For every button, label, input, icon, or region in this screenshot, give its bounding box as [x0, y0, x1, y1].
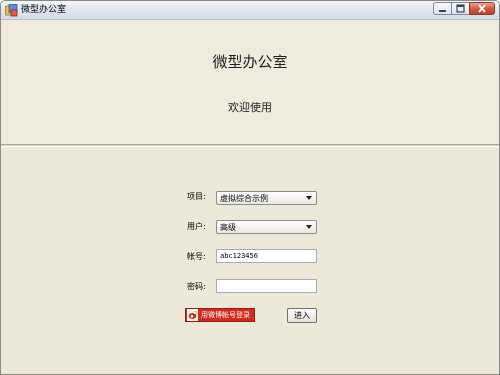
close-icon [478, 4, 486, 13]
project-label: 项目: [187, 192, 206, 201]
app-title: 微型办公室 [212, 53, 288, 71]
account-label: 帐号: [187, 252, 206, 261]
weibo-icon [187, 309, 198, 321]
password-input[interactable] [217, 280, 316, 292]
maximize-button[interactable] [451, 2, 470, 15]
user-label: 用户: [187, 222, 206, 231]
minimize-button[interactable] [433, 2, 452, 15]
account-input[interactable] [217, 250, 316, 262]
weibo-login-label: 用微博帐号登录 [201, 311, 250, 319]
header-banner: 微型办公室 欢迎使用 [1, 21, 499, 145]
minimize-icon [439, 10, 446, 12]
project-select[interactable]: 虚拟综合示例 [216, 191, 317, 205]
weibo-login-button[interactable]: 用微博帐号登录 [185, 308, 255, 322]
welcome-text: 欢迎使用 [228, 101, 272, 114]
header-divider [1, 144, 499, 147]
chevron-down-icon [306, 196, 312, 200]
password-label: 密码: [187, 282, 206, 291]
close-button[interactable] [469, 2, 495, 15]
user-select-value: 高级 [220, 223, 236, 232]
title-bar[interactable]: 微型办公室 [1, 1, 499, 20]
password-field-box [216, 279, 317, 293]
user-select[interactable]: 高级 [216, 220, 317, 234]
enter-button[interactable]: 进入 [287, 308, 317, 323]
app-window: 微型办公室 微型办公室 欢迎使用 项目: 虚拟综合示例 用户: 高级 帐号: a… [0, 0, 500, 375]
project-select-value: 虚拟综合示例 [220, 194, 268, 203]
app-icon [5, 4, 18, 17]
chevron-down-icon [306, 225, 312, 229]
window-title: 微型办公室 [21, 5, 67, 15]
maximize-icon [456, 4, 465, 13]
account-field-box [216, 249, 317, 263]
